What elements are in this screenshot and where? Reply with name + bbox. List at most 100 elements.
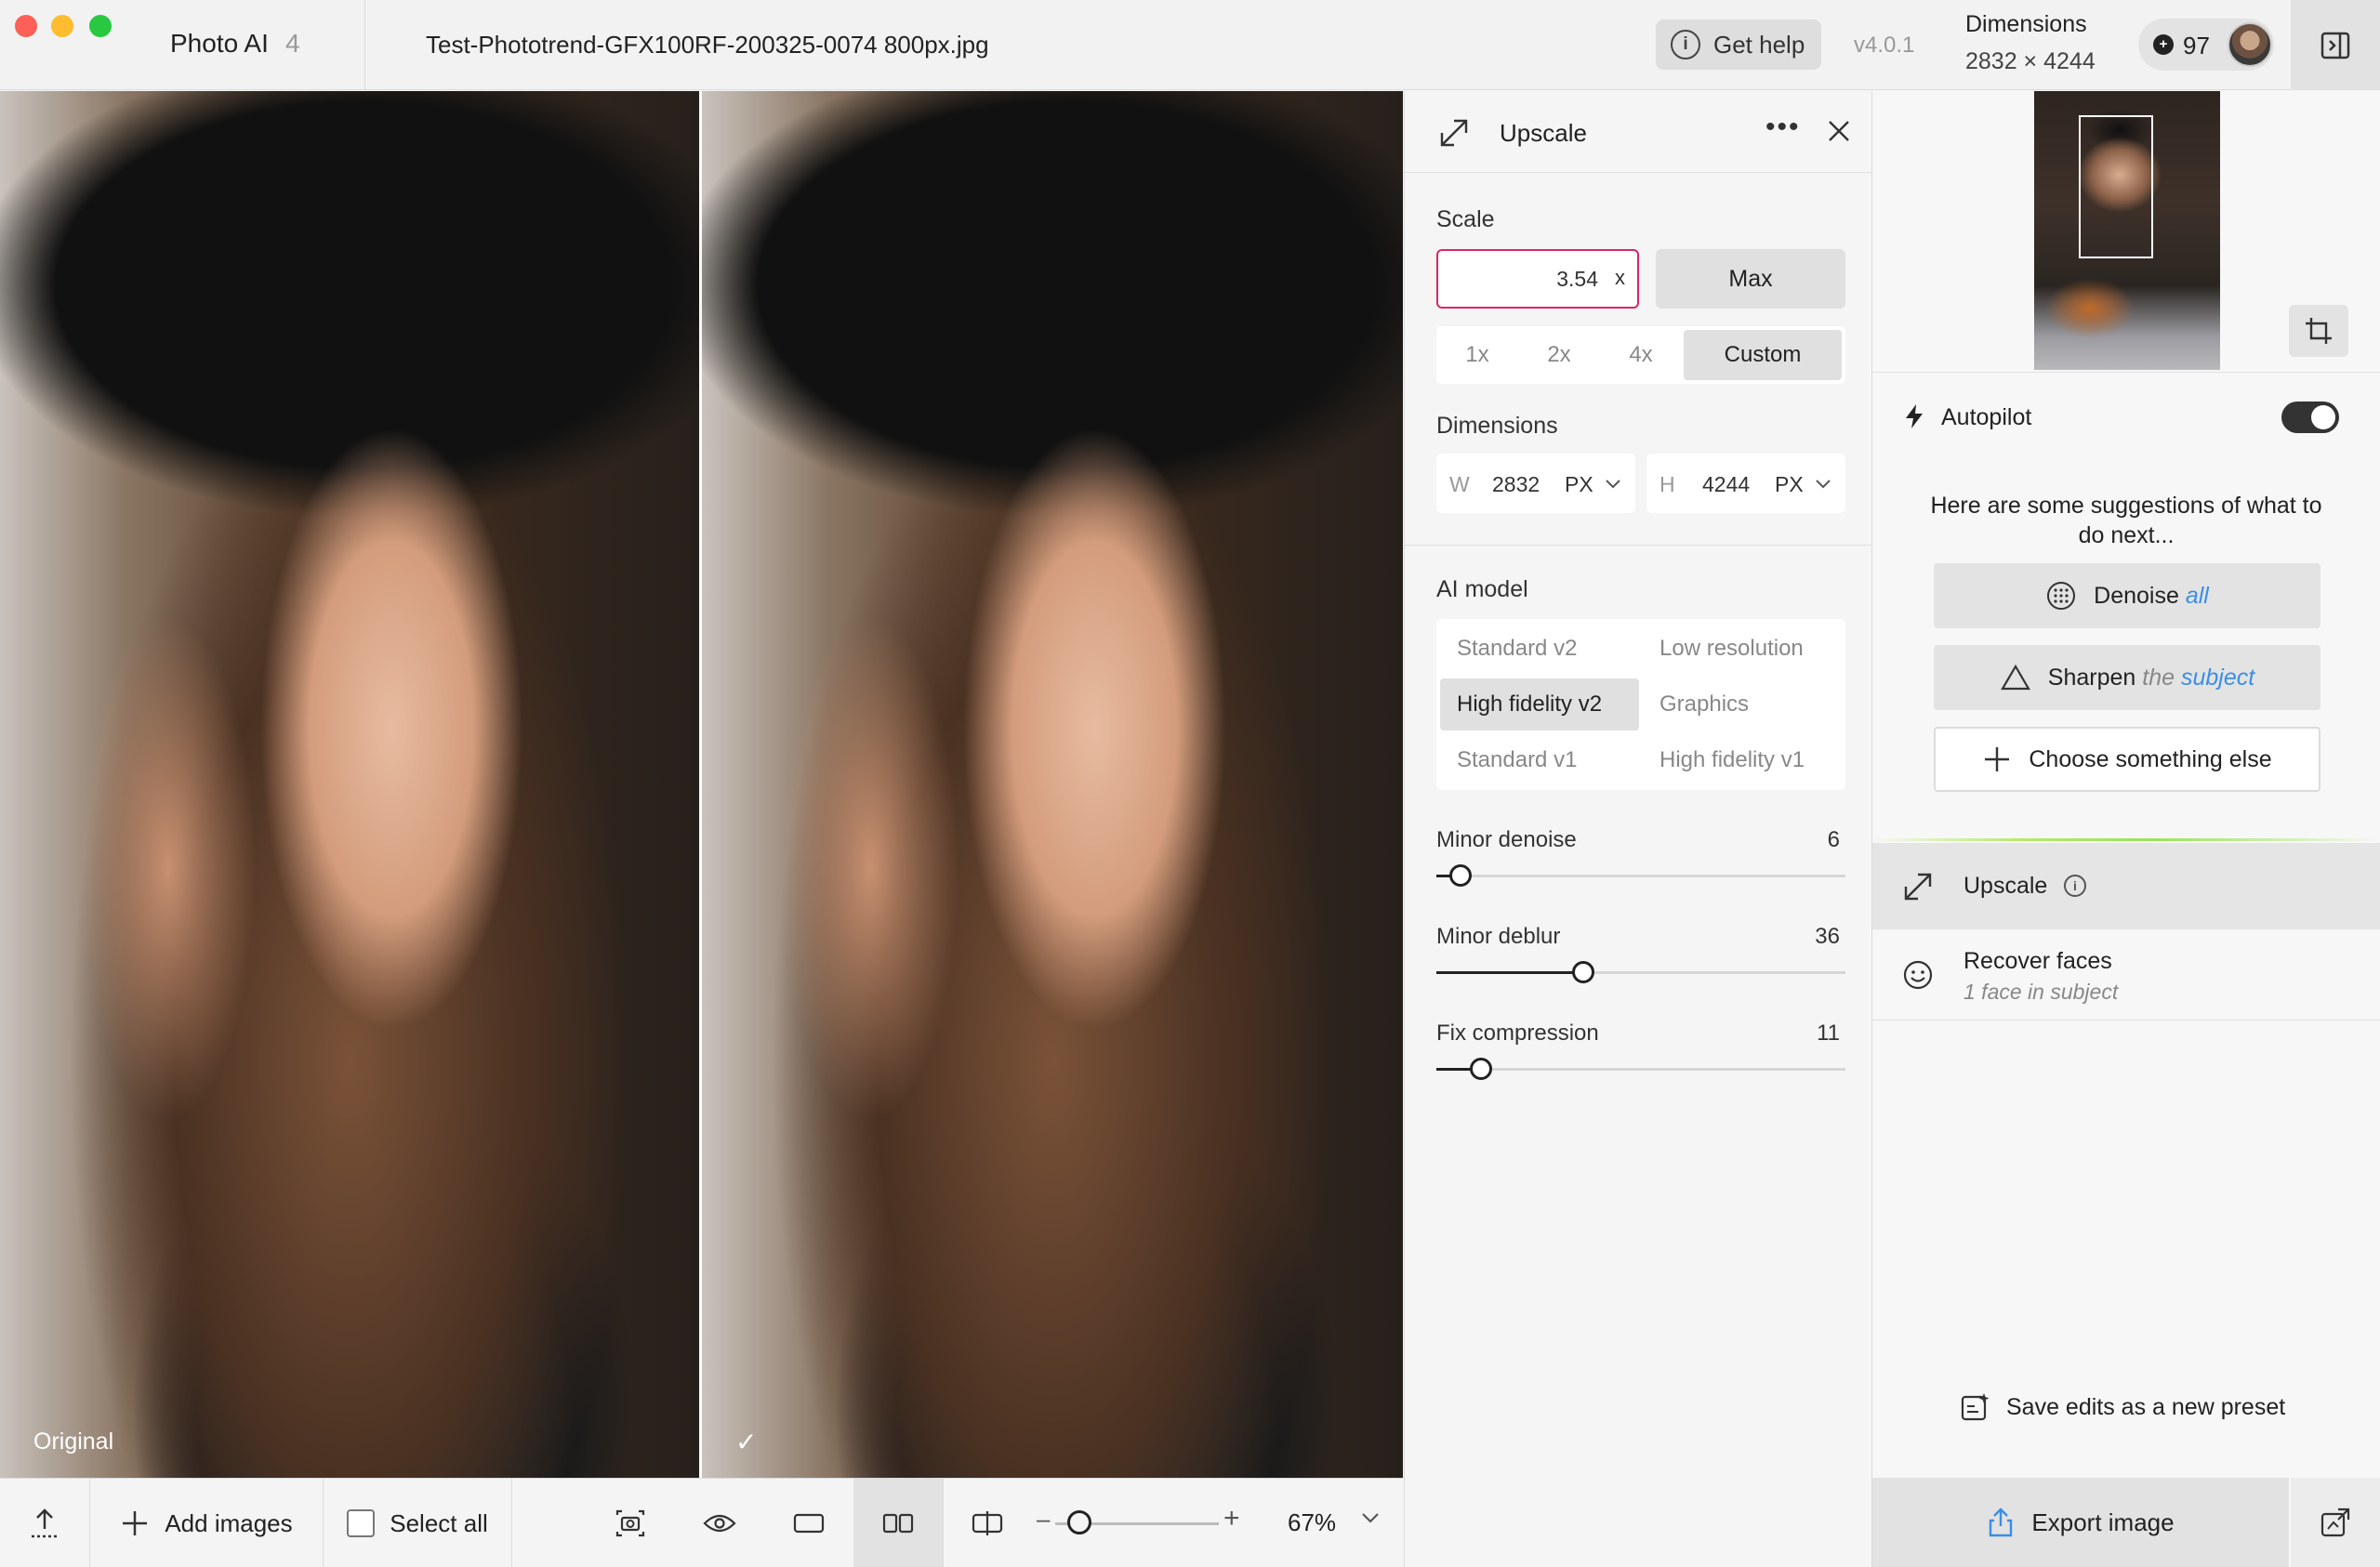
model-low-resolution[interactable]: Low resolution [1643, 623, 1842, 675]
toolbar-divider [943, 1479, 944, 1567]
navigator-viewport[interactable] [2079, 115, 2153, 258]
denoise-label: Denoise [2094, 582, 2179, 609]
tool-name-recover-faces: Recover faces [1964, 948, 2112, 974]
dimensions-label: Dimensions [1965, 11, 2087, 37]
file-name: Test-Phototrend-GFX100RF-200325-0074 800… [426, 31, 989, 59]
snapshot-button[interactable] [586, 1479, 675, 1567]
checkbox-box [347, 1509, 376, 1537]
fix-compression-slider[interactable] [1436, 1058, 1845, 1080]
share-icon [1990, 1508, 2013, 1537]
save-preset-label: Save edits as a new preset [2006, 1393, 2286, 1420]
chevron-down-icon[interactable] [1814, 474, 1832, 493]
select-all-checkbox[interactable]: Select all [324, 1479, 511, 1567]
upscale-panel-header: Upscale ••• [1405, 91, 1873, 173]
max-scale-button[interactable]: Max [1656, 249, 1845, 309]
autopilot-label: Autopilot [1941, 404, 2032, 430]
sidebar-toggle-button[interactable] [2291, 0, 2380, 90]
lightning-icon [1906, 404, 1923, 428]
height-field[interactable]: H 4244 PX [1646, 454, 1845, 513]
suggestions-text: Here are some suggestions of what to do … [1930, 493, 2322, 548]
side-by-side-view-button[interactable] [853, 1479, 943, 1567]
split-view-icon [972, 1511, 1003, 1535]
select-all-label: Select all [390, 1508, 488, 1537]
preset-4x[interactable]: 4x [1604, 330, 1678, 380]
camera-icon [615, 1509, 645, 1537]
toggle-knob [2311, 405, 2335, 429]
model-high-fidelity-v1[interactable]: High fidelity v1 [1643, 734, 1842, 786]
get-help-button[interactable]: i Get help [1656, 20, 1821, 70]
model-high-fidelity-v2[interactable]: High fidelity v2 [1440, 678, 1639, 731]
width-value[interactable]: 2832 [1492, 472, 1540, 497]
triangle-icon [2000, 664, 2030, 691]
denoise-scope-link[interactable]: all [2186, 583, 2209, 609]
add-images-button[interactable]: Add images [90, 1479, 323, 1567]
toolbar-divider [511, 1479, 512, 1567]
export-settings-icon [2320, 1508, 2350, 1537]
single-view-button[interactable] [764, 1479, 853, 1567]
avatar[interactable] [2228, 22, 2272, 67]
window-maximize-button[interactable] [89, 15, 112, 37]
export-settings-button[interactable] [2291, 1478, 2380, 1567]
scale-input[interactable]: 3.54 [1436, 249, 1639, 309]
minor-deblur-label: Minor deblur [1436, 924, 1561, 949]
preset-custom[interactable]: Custom [1684, 330, 1842, 380]
preview-toggle-button[interactable] [675, 1479, 764, 1567]
preset-2x[interactable]: 2x [1522, 330, 1596, 380]
split-view-button[interactable] [943, 1479, 1032, 1567]
chevron-down-icon[interactable] [1604, 474, 1622, 493]
sharpen-label: Sharpen [2047, 664, 2136, 691]
info-icon: i [1671, 30, 1700, 59]
choose-something-else-button[interactable]: Choose something else [1934, 727, 2320, 792]
slider-thumb[interactable] [1449, 864, 1473, 887]
height-value[interactable]: 4244 [1702, 472, 1750, 497]
preset-1x[interactable]: 1x [1440, 330, 1514, 380]
account-credits[interactable]: + 97 [2138, 19, 2274, 71]
zoom-out-icon[interactable]: – [1037, 1505, 1050, 1534]
tool-row-upscale[interactable]: Upscale i [1872, 843, 2380, 929]
navigator-thumbnail[interactable] [2034, 91, 2220, 370]
sharpen-suggestion-button[interactable]: Sharpen the subject [1934, 645, 2320, 710]
upscale-panel: Upscale ••• Scale 3.54 x Max 1x 2x 4x Cu… [1404, 91, 1873, 1567]
crop-button[interactable] [2289, 305, 2348, 357]
model-standard-v2[interactable]: Standard v2 [1440, 623, 1639, 675]
close-icon[interactable] [1825, 117, 1853, 145]
processed-check-icon: ✓ [735, 1428, 758, 1456]
tool-name-upscale: Upscale [1964, 873, 2048, 899]
more-options-icon[interactable]: ••• [1765, 112, 1801, 143]
minor-denoise-label: Minor denoise [1436, 827, 1577, 852]
window-minimize-button[interactable] [51, 15, 73, 37]
denoise-suggestion-button[interactable]: Denoise all [1934, 563, 2320, 628]
info-icon[interactable]: i [2064, 875, 2086, 897]
minor-deblur-value: 36 [1815, 924, 1840, 949]
denoise-icon [2047, 582, 2076, 610]
processed-photo[interactable]: ✓ [702, 91, 1403, 1478]
titlebar-divider [364, 0, 365, 90]
autopilot-toggle[interactable] [2281, 402, 2339, 433]
upload-button[interactable] [0, 1479, 89, 1567]
sharpen-scope-link[interactable]: subject [2181, 665, 2254, 691]
export-image-button[interactable]: Export image [1872, 1478, 2289, 1567]
window-close-button[interactable] [15, 15, 37, 37]
eye-icon [703, 1514, 736, 1533]
upscale-icon [1440, 119, 1468, 147]
slider-thumb[interactable] [1470, 1058, 1493, 1080]
minor-denoise-slider[interactable] [1436, 864, 1845, 887]
zoom-percent[interactable]: 67% [1288, 1508, 1336, 1537]
original-photo[interactable]: Original [0, 91, 699, 1478]
save-preset-button[interactable]: Save edits as a new preset [1960, 1391, 2285, 1423]
face-icon [1903, 960, 1933, 990]
slider-thumb[interactable] [1572, 961, 1595, 983]
zoom-in-icon[interactable]: + [1223, 1503, 1240, 1534]
minor-deblur-slider[interactable] [1436, 961, 1845, 983]
minor-denoise-value: 6 [1827, 827, 1840, 852]
upload-icon [32, 1508, 58, 1538]
zoom-slider-thumb[interactable] [1067, 1510, 1092, 1534]
width-unit: PX [1565, 472, 1593, 496]
tool-row-recover-faces[interactable]: Recover faces 1 face in subject [1872, 931, 2380, 1021]
model-standard-v1[interactable]: Standard v1 [1440, 734, 1639, 786]
panel-divider [1405, 545, 1873, 546]
width-field[interactable]: W 2832 PX [1436, 454, 1635, 513]
chevron-down-icon[interactable] [1359, 1507, 1382, 1529]
model-graphics[interactable]: Graphics [1643, 678, 1842, 731]
ai-model-grid: Standard v2 Low resolution High fidelity… [1436, 619, 1845, 790]
